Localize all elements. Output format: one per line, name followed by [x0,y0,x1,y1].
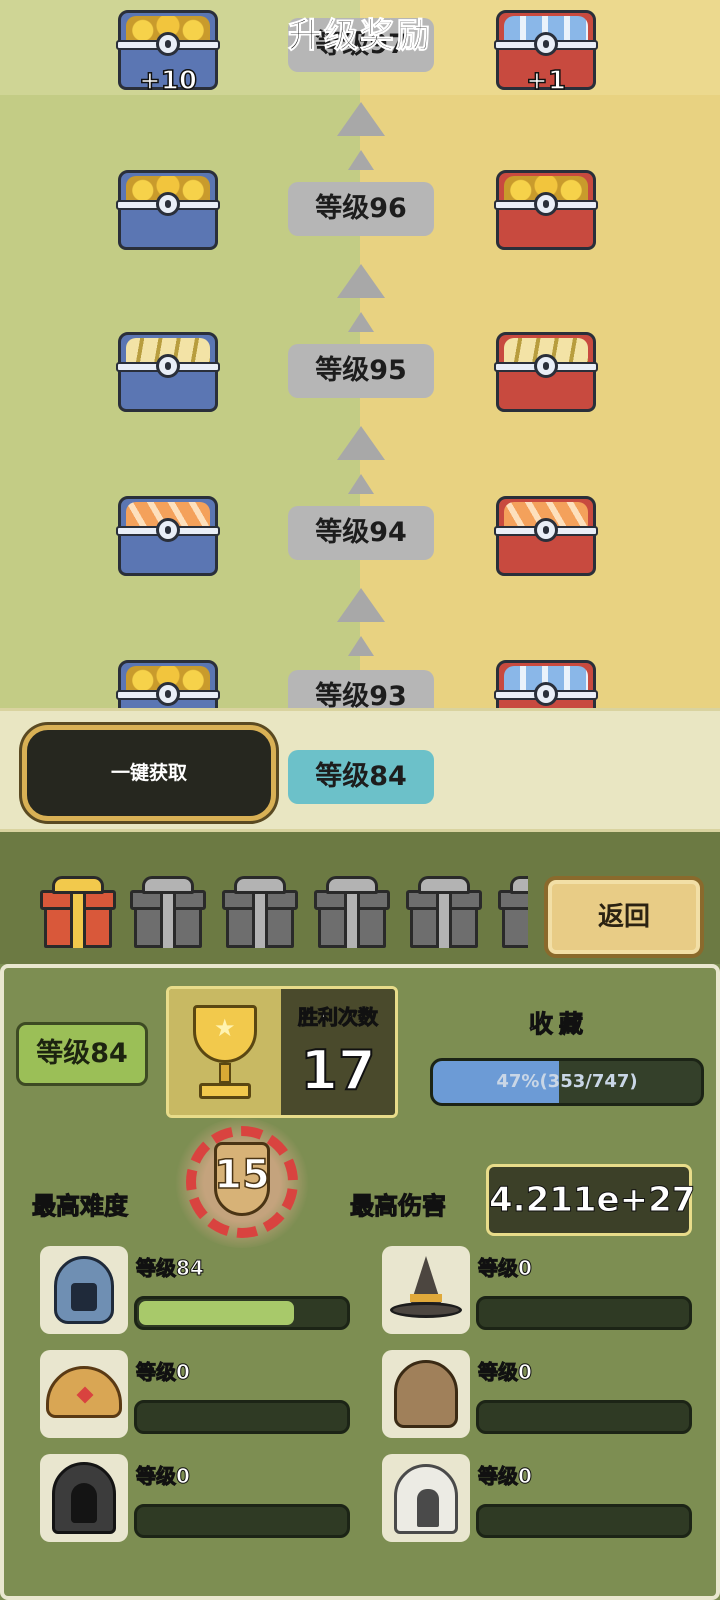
leaf-hood-icon [394,1464,458,1534]
wizard-hat-icon [390,1256,462,1326]
lock-icon [156,518,180,542]
up-arrow-icon [337,264,385,298]
premium-reward-chest[interactable] [494,170,598,252]
max-damage-label: 最高伤害 [350,1192,447,1221]
hero-level: 等级0 [478,1464,533,1489]
level-label: 等级94 [288,506,434,560]
premium-reward-count: +1 [525,65,566,97]
lock-icon [156,354,180,378]
dark-hood-icon [52,1462,116,1534]
up-arrow-icon [337,588,385,622]
collection-progress-text: 47%(353/747) [496,1071,638,1092]
back-button[interactable]: 返回 [544,876,704,958]
hero-progress-bar [476,1296,692,1330]
lock-icon [534,518,558,542]
up-arrow-icon [337,426,385,460]
up-arrow-icon [348,312,374,332]
laurel-wreath-icon: 15 [172,1118,312,1248]
free-reward-count: +10 [138,65,197,97]
hero-level: 等级0 [478,1360,533,1385]
gift-box-icon[interactable] [40,876,116,948]
free-reward-chest[interactable] [116,170,220,252]
gift-row: 返回 [0,832,720,964]
wins-card: 胜利次数 17 [166,986,398,1118]
up-arrow-icon [348,474,374,494]
premium-reward-chest[interactable] [494,496,598,578]
max-damage-value: 4.211e+27 [486,1164,696,1236]
hero-card-crown[interactable]: 等级0 [40,1350,370,1440]
hero-card-dark[interactable]: 等级0 [40,1454,370,1544]
current-level-label: 等级84 [288,750,434,804]
lock-icon [534,682,558,706]
hero-card-wizard[interactable]: 等级0 [382,1246,712,1336]
premium-reward-chest[interactable] [494,660,598,708]
wins-label: 胜利次数 [298,1005,379,1030]
hero-progress-bar [476,1504,692,1538]
hero-progress-bar [134,1400,350,1434]
collection-progress-bar[interactable]: 47%(353/747) [430,1058,704,1106]
hero-level: 等级0 [478,1256,533,1281]
locked-gift-box-icon[interactable] [130,876,206,948]
hero-level: 等级84 [136,1256,205,1281]
hero-level: 等级0 [136,1464,191,1489]
hero-card-leaf[interactable]: 等级0 [382,1454,712,1544]
hero-progress-fill [139,1301,295,1325]
knight-helmet-icon [54,1256,114,1324]
claim-bar: 一键获取 等级84 [0,708,720,832]
locked-gift-box-icon[interactable] [222,876,298,948]
up-arrow-icon [348,636,374,656]
free-reward-chest[interactable] [116,332,220,414]
hero-card-knight[interactable]: 等级84 [40,1246,370,1336]
hero-progress-bar [476,1400,692,1434]
free-reward-chest[interactable] [116,660,220,708]
lock-icon [534,192,558,216]
max-difficulty-label: 最高难度 [32,1192,129,1221]
locked-gift-box-icon[interactable] [498,876,528,948]
player-level-badge: 等级84 [16,1022,148,1086]
up-arrow-icon [348,150,374,170]
reward-track[interactable]: 升级奖励 +10 等级97 +1 等级96 等级95 等级94 等级93 [0,0,720,708]
lock-icon [156,192,180,216]
level-label: 等级96 [288,182,434,236]
free-reward-chest[interactable] [116,496,220,578]
hero-progress-bar [134,1504,350,1538]
page-title: 升级奖励 [288,16,432,57]
hero-progress-bar [134,1296,350,1330]
lock-icon [534,354,558,378]
level-label: 等级95 [288,344,434,398]
wins-value: 17 [299,1038,376,1103]
claim-all-button[interactable]: 一键获取 [22,725,276,821]
leather-hood-icon [394,1360,458,1428]
collection-label: 收藏 [529,1010,589,1039]
locked-gift-box-icon[interactable] [314,876,390,948]
max-difficulty-value: 15 [213,1151,270,1199]
up-arrow-icon [337,102,385,136]
lock-icon [156,682,180,706]
level-label: 等级93 [288,670,434,708]
hero-card-leather[interactable]: 等级0 [382,1350,712,1440]
stats-panel: 等级84 胜利次数 17 收藏 47%(353/747) 最高难度 15 最高伤… [0,964,720,1600]
locked-gift-box-icon[interactable] [406,876,482,948]
crown-turban-icon [46,1366,122,1418]
hero-level: 等级0 [136,1360,191,1385]
premium-reward-chest[interactable] [494,332,598,414]
